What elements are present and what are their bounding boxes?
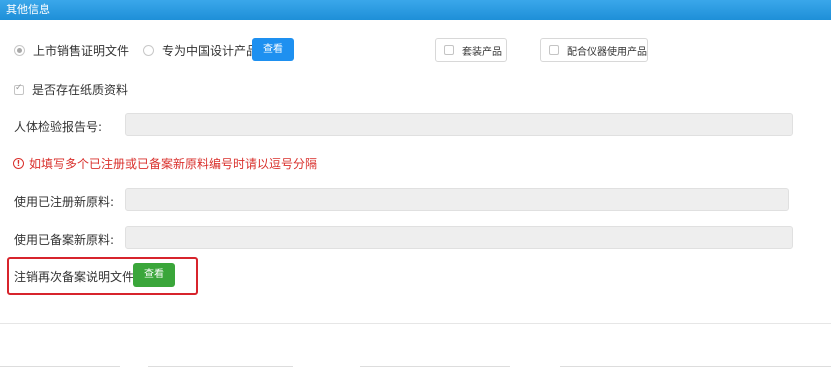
footer-divider <box>148 366 293 367</box>
registered-raw-label: 使用已注册新原料: <box>14 195 115 209</box>
section-header: 其他信息 <box>0 0 831 20</box>
warning-message: ! 如填写多个已注册或已备案新原料编号时请以逗号分隔 <box>13 155 317 172</box>
kit-product-label: 套装产品 <box>462 46 502 58</box>
warning-text: 如填写多个已注册或已备案新原料编号时请以逗号分隔 <box>29 157 318 171</box>
filed-raw-input[interactable] <box>125 226 793 249</box>
radio-china-design[interactable]: 专为中国设计产品 <box>143 42 258 59</box>
warning-icon: ! <box>13 158 24 169</box>
section-title: 其他信息 <box>6 3 50 16</box>
paper-material-label: 是否存在纸质资料 <box>32 83 129 97</box>
checkbox-checked-icon[interactable] <box>14 83 24 95</box>
footer-divider <box>0 366 120 367</box>
checkbox-icon[interactable] <box>549 45 559 55</box>
cancel-refile-view-button[interactable]: 查看 <box>133 263 175 287</box>
radio-dot-checked-icon[interactable] <box>14 44 25 56</box>
radio-dot-icon[interactable] <box>143 44 155 56</box>
divider <box>0 323 831 324</box>
checkbox-icon[interactable] <box>444 45 454 55</box>
radio-market-proof-label: 上市销售证明文件 <box>33 43 130 58</box>
kit-product-checkbox[interactable]: 套装产品 <box>435 38 507 62</box>
registered-raw-input[interactable] <box>125 188 789 211</box>
radio-china-design-label: 专为中国设计产品 <box>162 43 259 58</box>
cancel-refile-label: 注销再次备案说明文件: <box>14 270 139 284</box>
filed-raw-label: 使用已备案新原料: <box>14 233 115 247</box>
instrument-product-label: 配合仪器使用产品 <box>567 46 647 58</box>
instrument-product-checkbox[interactable]: 配合仪器使用产品 <box>540 38 648 62</box>
footer-divider <box>560 366 831 367</box>
paper-material-checkbox[interactable]: 是否存在纸质资料 <box>14 81 128 98</box>
radio-market-proof[interactable]: 上市销售证明文件 <box>14 42 129 59</box>
human-test-report-input[interactable] <box>125 113 793 136</box>
view-button[interactable]: 查看 <box>252 38 294 61</box>
human-test-report-label: 人体检验报告号: <box>14 120 103 134</box>
radio-group: 上市销售证明文件 专为中国设计产品 <box>14 38 272 62</box>
footer-divider <box>360 366 510 367</box>
